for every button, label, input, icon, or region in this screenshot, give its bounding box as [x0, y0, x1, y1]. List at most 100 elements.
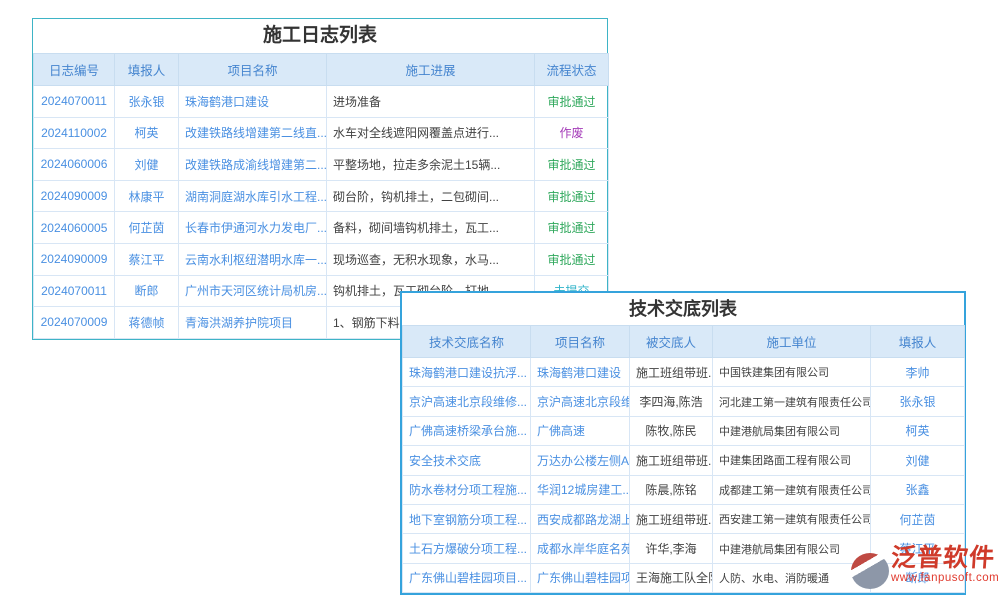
log-number-cell[interactable]: 2024070011 — [34, 275, 115, 307]
watermark-url: www.fanpusoft.com — [891, 572, 999, 585]
project-name-cell[interactable]: 广佛高速 — [531, 416, 630, 445]
disclosed-to-cell: 施工班组带班... — [630, 446, 713, 475]
project-name-cell[interactable]: 改建铁路线增建第二线直... — [179, 117, 327, 149]
table-row: 广佛高速桥梁承台施...广佛高速陈牧,陈民中建港航局集团有限公司柯英 — [403, 416, 965, 445]
fanpu-logo-icon — [851, 553, 889, 589]
filler-cell[interactable]: 断郎 — [115, 275, 179, 307]
progress-cell: 砌台阶，钩机排土，二包砌间... — [327, 180, 535, 212]
disclosed-to-cell: 施工班组带班... — [630, 358, 713, 387]
log-number-cell[interactable]: 2024110002 — [34, 117, 115, 149]
disclosed-to-cell: 陈晨,陈铭 — [630, 475, 713, 504]
column-header-project-name: 项目名称 — [179, 54, 327, 86]
progress-cell: 进场准备 — [327, 86, 535, 118]
project-name-cell[interactable]: 成都水岸华庭名苑... — [531, 534, 630, 563]
project-name-cell[interactable]: 京沪高速北京段维修 — [531, 387, 630, 416]
watermark-brand: 泛普软件 — [890, 545, 1000, 572]
column-header-status: 流程状态 — [535, 54, 609, 86]
disclosure-name-cell[interactable]: 防水卷材分项工程施... — [403, 475, 531, 504]
project-name-cell[interactable]: 万达办公楼左侧A... — [531, 446, 630, 475]
disclosed-to-cell: 施工班组带班... — [630, 504, 713, 533]
progress-cell: 现场巡查，无积水现象，水马... — [327, 243, 535, 275]
table-row: 2024110002柯英改建铁路线增建第二线直...水车对全线遮阳网覆盖点进行.… — [34, 117, 609, 149]
project-name-cell[interactable]: 西安成都路龙湖上... — [531, 504, 630, 533]
log-table-title: 施工日志列表 — [33, 19, 607, 53]
disclosure-name-cell[interactable]: 广东佛山碧桂园项目... — [403, 563, 531, 592]
filler-cell[interactable]: 蔡江平 — [115, 243, 179, 275]
column-header-filler: 填报人 — [871, 326, 965, 358]
construction-unit-cell: 中建港航局集团有限公司 — [713, 534, 871, 563]
table-row: 地下室钢筋分项工程...西安成都路龙湖上...施工班组带班...西安建工第一建筑… — [403, 504, 965, 533]
log-number-cell[interactable]: 2024060005 — [34, 212, 115, 244]
log-number-cell[interactable]: 2024070009 — [34, 307, 115, 339]
filler-cell[interactable]: 刘健 — [871, 446, 965, 475]
status-cell: 审批通过 — [535, 149, 609, 181]
status-cell: 作废 — [535, 117, 609, 149]
progress-cell: 水车对全线遮阳网覆盖点进行... — [327, 117, 535, 149]
filler-cell[interactable]: 何芷茵 — [871, 504, 965, 533]
table-row: 珠海鹤港口建设抗浮...珠海鹤港口建设施工班组带班...中国铁建集团有限公司李帅 — [403, 358, 965, 387]
disclosure-name-cell[interactable]: 土石方爆破分项工程... — [403, 534, 531, 563]
progress-cell: 备料，砌间墙钩机排土，瓦工... — [327, 212, 535, 244]
disclosure-name-cell[interactable]: 安全技术交底 — [403, 446, 531, 475]
table-row: 2024060006刘健改建铁路成渝线增建第二...平整场地，拉走多余泥土15辆… — [34, 149, 609, 181]
log-number-cell[interactable]: 2024070011 — [34, 86, 115, 118]
progress-cell: 平整场地，拉走多余泥土15辆... — [327, 149, 535, 181]
disclosed-to-cell: 李四海,陈浩 — [630, 387, 713, 416]
fanpusoft-watermark: 泛普软件 www.fanpusoft.com — [851, 545, 999, 589]
filler-cell[interactable]: 柯英 — [115, 117, 179, 149]
project-name-cell[interactable]: 云南水利枢纽潜明水库一... — [179, 243, 327, 275]
construction-unit-cell: 西安建工第一建筑有限责任公司 — [713, 504, 871, 533]
column-header-disclosed-to: 被交底人 — [630, 326, 713, 358]
filler-cell[interactable]: 刘健 — [115, 149, 179, 181]
status-cell: 审批通过 — [535, 86, 609, 118]
log-number-cell[interactable]: 2024090009 — [34, 243, 115, 275]
column-header-filler: 填报人 — [115, 54, 179, 86]
log-number-cell[interactable]: 2024060006 — [34, 149, 115, 181]
disclosure-name-cell[interactable]: 珠海鹤港口建设抗浮... — [403, 358, 531, 387]
filler-cell[interactable]: 张永银 — [871, 387, 965, 416]
disclosure-name-cell[interactable]: 地下室钢筋分项工程... — [403, 504, 531, 533]
project-name-cell[interactable]: 珠海鹤港口建设 — [531, 358, 630, 387]
construction-unit-cell: 河北建工第一建筑有限责任公司 — [713, 387, 871, 416]
status-cell: 审批通过 — [535, 180, 609, 212]
log-number-cell[interactable]: 2024090009 — [34, 180, 115, 212]
filler-cell[interactable]: 林康平 — [115, 180, 179, 212]
watermark-text: 泛普软件 www.fanpusoft.com — [891, 545, 999, 585]
table-row: 2024090009林康平湖南洞庭湖水库引水工程...砌台阶，钩机排土，二包砌间… — [34, 180, 609, 212]
column-header-progress: 施工进展 — [327, 54, 535, 86]
disclosed-to-cell: 王海施工队全队 — [630, 563, 713, 592]
project-name-cell[interactable]: 改建铁路成渝线增建第二... — [179, 149, 327, 181]
filler-cell[interactable]: 柯英 — [871, 416, 965, 445]
filler-cell[interactable]: 张永银 — [115, 86, 179, 118]
project-name-cell[interactable]: 广东佛山碧桂园项目 — [531, 563, 630, 592]
construction-unit-cell: 成都建工第一建筑有限责任公司 — [713, 475, 871, 504]
column-header-disclosure-name: 技术交底名称 — [403, 326, 531, 358]
column-header-log-number: 日志编号 — [34, 54, 115, 86]
filler-cell[interactable]: 张鑫 — [871, 475, 965, 504]
filler-cell[interactable]: 何芷茵 — [115, 212, 179, 244]
table-row: 2024090009蔡江平云南水利枢纽潜明水库一...现场巡查，无积水现象，水马… — [34, 243, 609, 275]
project-name-cell[interactable]: 珠海鹤港口建设 — [179, 86, 327, 118]
project-name-cell[interactable]: 广州市天河区统计局机房... — [179, 275, 327, 307]
project-name-cell[interactable]: 长春市伊通河水力发电厂... — [179, 212, 327, 244]
table-row: 安全技术交底万达办公楼左侧A...施工班组带班...中建集团路面工程有限公司刘健 — [403, 446, 965, 475]
construction-unit-cell: 中建集团路面工程有限公司 — [713, 446, 871, 475]
column-header-project-name: 项目名称 — [531, 326, 630, 358]
construction-unit-cell: 中国铁建集团有限公司 — [713, 358, 871, 387]
disclosure-name-cell[interactable]: 广佛高速桥梁承台施... — [403, 416, 531, 445]
column-header-construction-unit: 施工单位 — [713, 326, 871, 358]
project-name-cell[interactable]: 华润12城房建工... — [531, 475, 630, 504]
table-row: 2024070011张永银珠海鹤港口建设进场准备审批通过 — [34, 86, 609, 118]
disclosure-name-cell[interactable]: 京沪高速北京段维修... — [403, 387, 531, 416]
table-row: 2024060005何芷茵长春市伊通河水力发电厂...备料，砌间墙钩机排土，瓦工… — [34, 212, 609, 244]
status-cell: 审批通过 — [535, 212, 609, 244]
disclosed-to-cell: 许华,李海 — [630, 534, 713, 563]
construction-unit-cell: 中建港航局集团有限公司 — [713, 416, 871, 445]
project-name-cell[interactable]: 湖南洞庭湖水库引水工程... — [179, 180, 327, 212]
tech-table-title: 技术交底列表 — [402, 293, 964, 325]
table-row: 防水卷材分项工程施...华润12城房建工...陈晨,陈铭成都建工第一建筑有限责任… — [403, 475, 965, 504]
project-name-cell[interactable]: 青海洪湖养护院项目 — [179, 307, 327, 339]
filler-cell[interactable]: 蒋德帧 — [115, 307, 179, 339]
filler-cell[interactable]: 李帅 — [871, 358, 965, 387]
status-cell: 审批通过 — [535, 243, 609, 275]
